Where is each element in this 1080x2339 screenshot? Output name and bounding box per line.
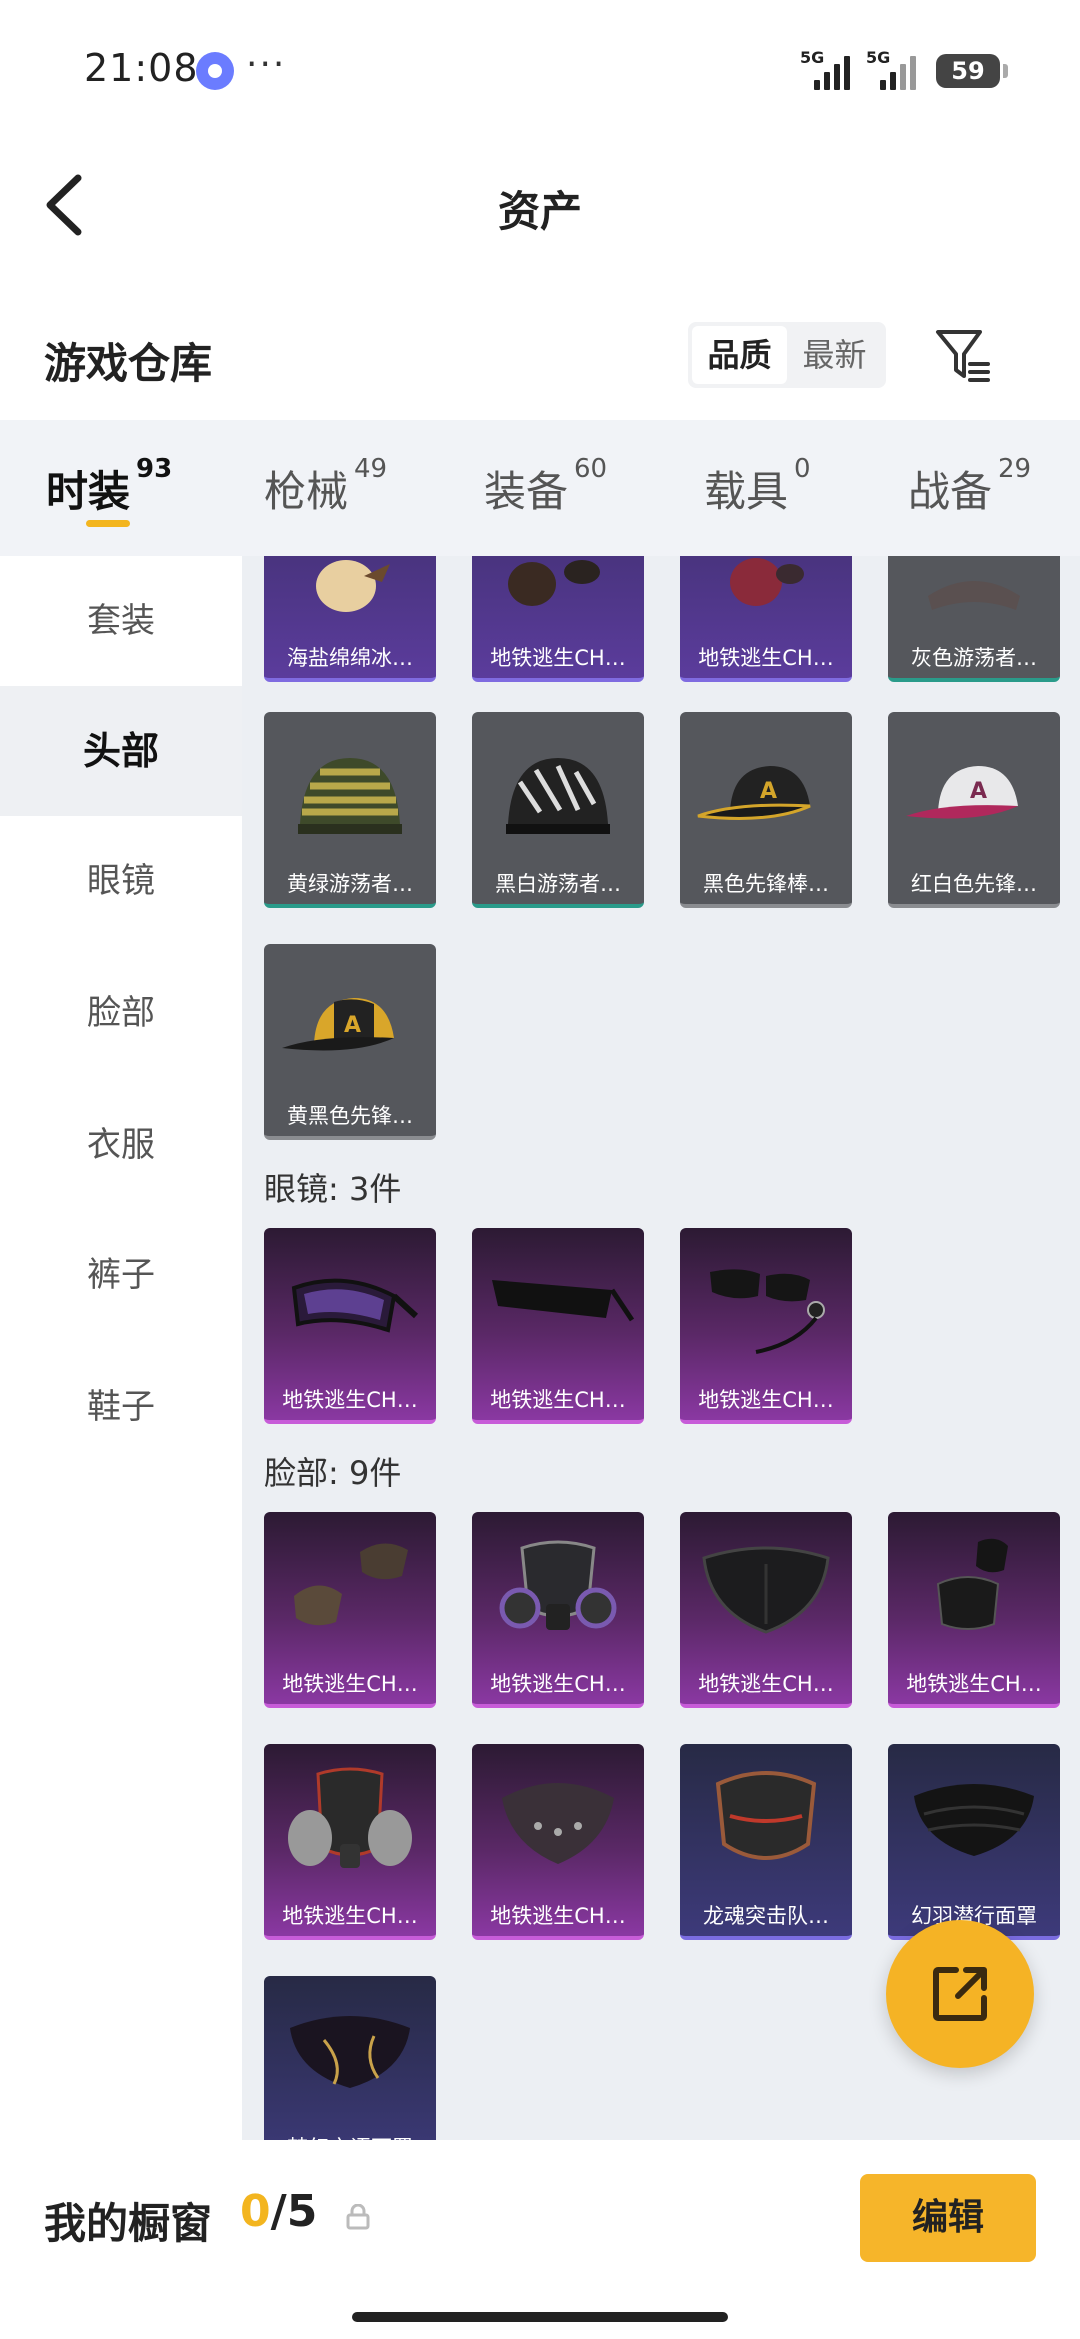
- cap-icon: A: [906, 766, 1018, 819]
- sort-quality-button[interactable]: 品质: [692, 326, 787, 384]
- tab-supplies[interactable]: 战备 29: [908, 454, 1031, 519]
- item-card[interactable]: A 黑色先锋棒…: [680, 712, 852, 908]
- showcase-title: 我的橱窗: [44, 2199, 213, 2248]
- item-card[interactable]: 黑白游荡者…: [472, 712, 644, 908]
- hair-icon: [730, 558, 804, 606]
- item-card[interactable]: A 红白色先锋…: [888, 712, 1060, 908]
- sidebar-item-shoes[interactable]: 鞋子: [0, 1342, 242, 1472]
- item-card[interactable]: 海盐绵绵冰…: [264, 556, 436, 682]
- showcase-bar: 我的橱窗 0/5 编辑: [0, 2140, 1080, 2339]
- item-card[interactable]: 地铁逃生CH…: [472, 1228, 644, 1424]
- item-card[interactable]: 地铁逃生CH…: [472, 1512, 644, 1708]
- beanie-icon: [298, 758, 402, 834]
- item-card[interactable]: 幻羽潜行面罩: [888, 1744, 1060, 1940]
- sidebar: 套装 头部 眼镜 脸部 衣服 裤子 鞋子: [0, 556, 242, 2140]
- share-icon: [933, 1967, 987, 2021]
- edit-button[interactable]: 编辑: [860, 2174, 1036, 2262]
- sidebar-item-head[interactable]: 头部: [0, 686, 242, 816]
- tab-fashion[interactable]: 时装 93: [46, 454, 172, 519]
- sort-toggle: 品质 最新: [688, 322, 886, 388]
- sidebar-item-suits[interactable]: 套装: [0, 556, 242, 686]
- section-label-face: 脸部: 9件: [264, 1454, 402, 1492]
- gas-mask-icon: [499, 1540, 617, 1630]
- item-card[interactable]: 地铁逃生CH…: [888, 1512, 1060, 1708]
- section-label-glasses: 眼镜: 3件: [264, 1170, 402, 1208]
- face-mask-icon: [502, 1783, 614, 1864]
- sidebar-item-face[interactable]: 脸部: [0, 948, 242, 1078]
- item-card[interactable]: 梦幻之语面罩: [264, 1976, 436, 2140]
- face-mask-icon: [294, 1543, 408, 1626]
- filter-icon[interactable]: [934, 326, 992, 386]
- status-bar: 21:08 ··· 5G 5G 59: [0, 0, 1080, 140]
- beanie-icon: [928, 581, 1020, 610]
- category-tabs: 时装 93 枪械 49 装备 60 载具 0 战备 29: [0, 420, 1080, 556]
- hair-icon: [508, 560, 600, 606]
- home-indicator: [352, 2312, 728, 2322]
- header: 资产: [0, 140, 1080, 270]
- hair-icon: [316, 560, 390, 612]
- item-card[interactable]: 地铁逃生CH…: [472, 556, 644, 682]
- item-card[interactable]: 地铁逃生CH…: [680, 1512, 852, 1708]
- face-mask-icon: [290, 2016, 410, 2088]
- item-card[interactable]: 龙魂突击队…: [680, 1744, 852, 1940]
- item-card[interactable]: 地铁逃生CH…: [680, 556, 852, 682]
- share-button[interactable]: [886, 1920, 1034, 2068]
- sunglasses-icon: [492, 1280, 635, 1322]
- app-notification-icon: [196, 52, 234, 90]
- item-card[interactable]: 地铁逃生CH…: [680, 1228, 852, 1424]
- beanie-icon: [506, 758, 610, 834]
- sidebar-item-clothes[interactable]: 衣服: [0, 1080, 242, 1210]
- cap-icon: A: [697, 766, 811, 820]
- status-time: 21:08: [84, 46, 199, 90]
- sidebar-item-pants[interactable]: 裤子: [0, 1210, 242, 1340]
- face-mask-icon: [914, 1784, 1034, 1856]
- cap-icon: A: [282, 998, 394, 1051]
- goggles-icon: [291, 1278, 419, 1333]
- active-tab-indicator: [86, 520, 130, 527]
- item-card[interactable]: 黄绿游荡者…: [264, 712, 436, 908]
- item-card[interactable]: A 黄黑色先锋…: [264, 944, 436, 1140]
- item-grid: 海盐绵绵冰… 地铁逃生CH… 地铁逃生CH… 灰色游荡者… 黄绿游荡者… 黑白游…: [242, 556, 1080, 2140]
- svg-text:A: A: [344, 1013, 361, 1038]
- item-card[interactable]: 地铁逃生CH…: [264, 1512, 436, 1708]
- item-card[interactable]: 灰色游荡者…: [888, 556, 1060, 682]
- lock-icon: [346, 2204, 370, 2230]
- sort-latest-button[interactable]: 最新: [787, 326, 882, 384]
- showcase-count: 0/5: [240, 2186, 318, 2237]
- item-card[interactable]: 地铁逃生CH…: [264, 1228, 436, 1424]
- more-notifications-icon: ···: [246, 44, 287, 85]
- svg-text:A: A: [760, 779, 777, 804]
- warehouse-header: 游戏仓库 品质 最新: [0, 300, 1080, 420]
- page-title: 资产: [497, 187, 582, 236]
- battery-icon: 59: [936, 54, 1008, 88]
- neck-gaiter-icon: [936, 1538, 1008, 1630]
- tab-guns[interactable]: 枪械 49: [264, 454, 387, 519]
- svg-text:A: A: [970, 779, 987, 804]
- tab-equipment[interactable]: 装备 60: [484, 454, 607, 519]
- glasses-headset-icon: [710, 1269, 825, 1354]
- dragon-mask-icon: [715, 1771, 817, 1860]
- sidebar-item-glasses[interactable]: 眼镜: [0, 816, 242, 946]
- tab-vehicles[interactable]: 载具 0: [704, 454, 811, 519]
- item-card[interactable]: 地铁逃生CH…: [264, 1744, 436, 1940]
- face-mask-icon: [702, 1546, 830, 1634]
- respirator-icon: [288, 1767, 412, 1868]
- warehouse-title: 游戏仓库: [44, 339, 213, 388]
- item-card[interactable]: 地铁逃生CH…: [472, 1744, 644, 1940]
